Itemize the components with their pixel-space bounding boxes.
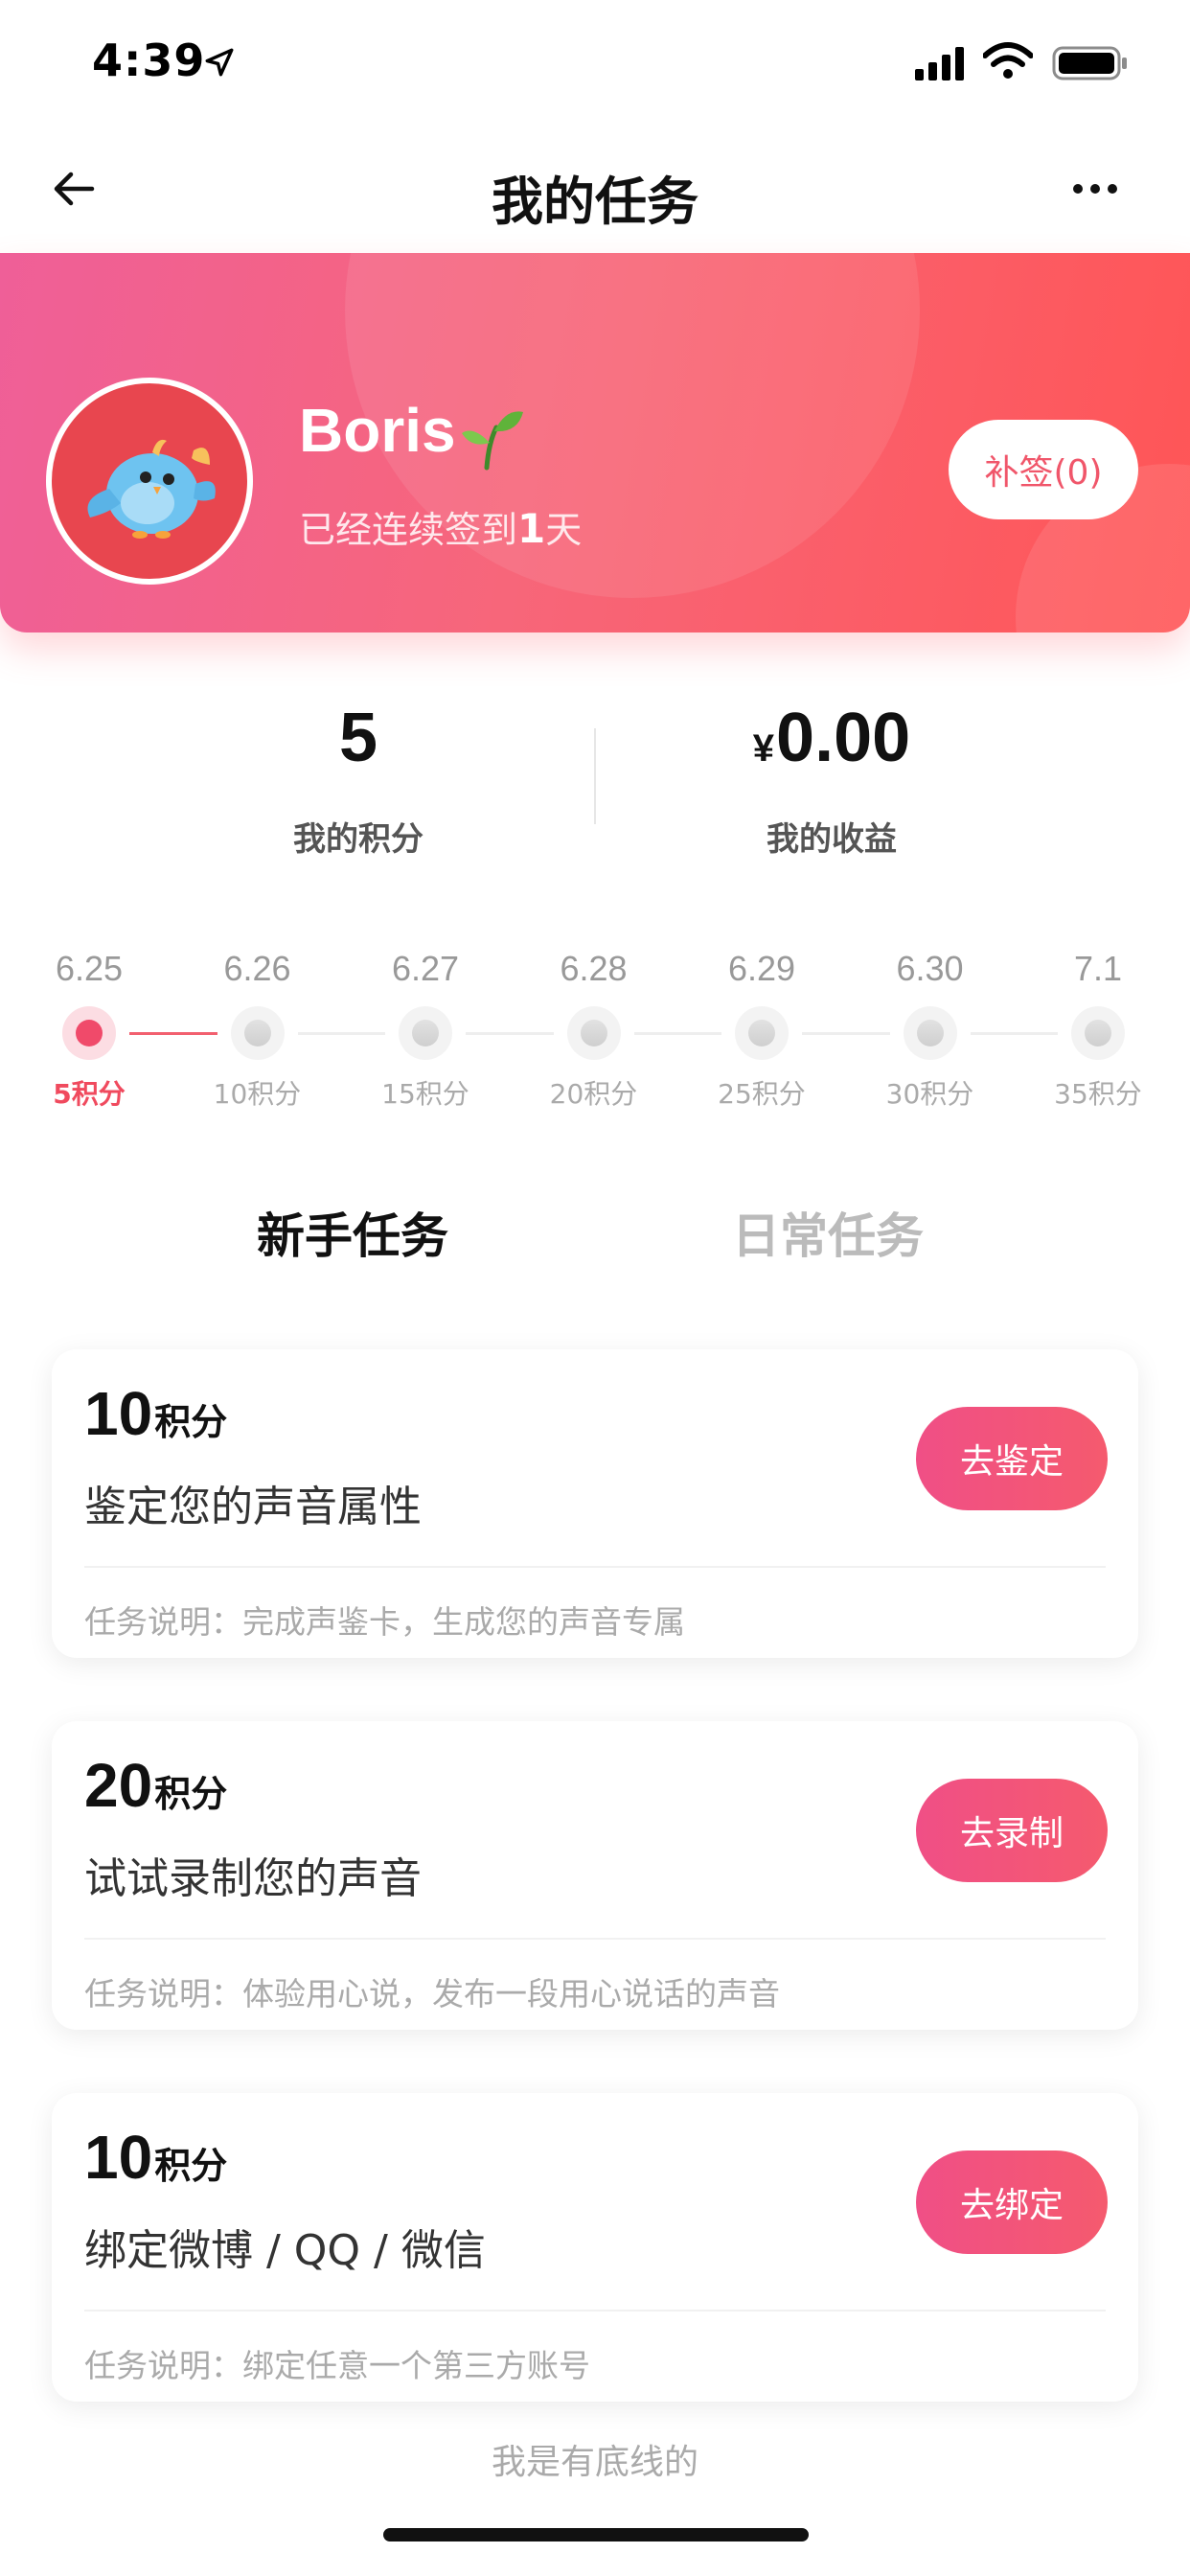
timeline-date: 6.25 <box>55 949 124 988</box>
timeline-dot <box>230 1006 285 1060</box>
task-title: 绑定微博 / QQ / 微信 <box>84 2226 486 2275</box>
timeline-connector <box>802 1032 890 1035</box>
status-time: 4:39 <box>92 34 206 86</box>
timeline-points: 30积分 <box>885 1078 974 1110</box>
task-divider <box>84 2310 1106 2312</box>
timeline-points: 25积分 <box>718 1078 806 1110</box>
earnings-value-wrapper: ¥0.00 <box>592 690 1071 786</box>
task-points: 10积分 <box>84 1378 227 1449</box>
task-points-value: 10 <box>84 1379 153 1448</box>
timeline-date: 6.28 <box>560 949 628 988</box>
timeline-date: 7.1 <box>1073 949 1123 988</box>
timeline-date: 6.26 <box>223 949 291 988</box>
timeline-points: 20积分 <box>549 1078 638 1110</box>
checkin-days: 1 <box>517 505 546 552</box>
timeline-connector <box>466 1032 554 1035</box>
earnings-value: 0.00 <box>776 700 911 776</box>
task-description: 任务说明：绑定任意一个第三方账号 <box>84 2347 590 2384</box>
task-points-unit: 积分 <box>154 2147 228 2187</box>
more-options-icon[interactable] <box>1071 176 1119 201</box>
task-card: 20积分 试试录制您的声音 去录制 任务说明：体验用心说，发布一段用心说话的声音 <box>52 1721 1138 2030</box>
go-bind-button[interactable]: 去绑定 <box>916 2150 1108 2254</box>
timeline-dot <box>735 1006 789 1060</box>
tab-newbie-tasks[interactable]: 新手任务 <box>257 1198 448 1267</box>
timeline-points: 35积分 <box>1054 1078 1142 1110</box>
task-points-value: 10 <box>84 2123 153 2192</box>
timeline-dot <box>566 1006 621 1060</box>
user-name: Boris <box>299 396 456 465</box>
tab-daily-tasks[interactable]: 日常任务 <box>732 1198 924 1267</box>
checkin-suffix: 天 <box>545 509 583 551</box>
location-arrow-icon <box>205 48 234 77</box>
task-divider <box>84 1938 1106 1940</box>
timeline-dot <box>1071 1006 1125 1060</box>
task-card: 10积分 绑定微博 / QQ / 微信 去绑定 任务说明：绑定任意一个第三方账号 <box>52 2093 1138 2402</box>
wifi-icon <box>983 42 1033 79</box>
task-card: 10积分 鉴定您的声音属性 去鉴定 任务说明：完成声鉴卡，生成您的声音专属 <box>52 1349 1138 1658</box>
page-title: 我的任务 <box>492 172 698 232</box>
timeline-points: 15积分 <box>381 1078 469 1110</box>
timeline-connector <box>129 1032 217 1035</box>
points-label: 我的积分 <box>293 820 423 859</box>
makeup-checkin-button[interactable]: 补签(0) <box>949 420 1138 519</box>
task-points-unit: 积分 <box>154 1403 228 1443</box>
timeline-dot <box>903 1006 957 1060</box>
stats-section: 5 我的积分 ¥0.00 我的收益 <box>0 690 1190 882</box>
task-description: 任务说明：完成声鉴卡，生成您的声音专属 <box>84 1603 685 1641</box>
sprout-icon <box>462 411 523 471</box>
task-points: 10积分 <box>84 2122 227 2193</box>
task-title: 试试录制您的声音 <box>84 1854 422 1903</box>
task-description: 任务说明：体验用心说，发布一段用心说话的声音 <box>84 1975 780 2012</box>
task-tabs: 新手任务 日常任务 <box>0 1198 1190 1284</box>
avatar[interactable] <box>46 378 253 585</box>
points-value: 5 <box>338 700 378 776</box>
timeline-dot <box>399 1006 452 1060</box>
currency-symbol: ¥ <box>752 727 775 770</box>
task-points-value: 20 <box>84 1751 153 1820</box>
earnings-stat[interactable]: ¥0.00 我的收益 <box>592 690 1071 860</box>
checkin-streak: 已经连续签到1天 <box>299 500 582 553</box>
battery-icon <box>1052 46 1127 80</box>
nav-bar: 我的任务 <box>0 126 1190 253</box>
go-record-button[interactable]: 去录制 <box>916 1779 1108 1882</box>
task-points: 20积分 <box>84 1750 227 1821</box>
list-end-text: 我是有底线的 <box>491 2443 698 2482</box>
checkin-timeline: 6.25 5积分 6.26 10积分 6.27 15积分 6.28 20积分 6.29 25积分 6… <box>0 949 1190 1121</box>
bird-avatar-icon <box>87 439 216 539</box>
task-divider <box>84 1566 1106 1568</box>
timeline-date: 6.29 <box>727 949 796 988</box>
checkin-prefix: 已经连续签到 <box>299 509 518 551</box>
timeline-connector <box>633 1032 721 1035</box>
timeline-points: 5积分 <box>53 1078 126 1110</box>
timeline-date: 6.30 <box>896 949 964 988</box>
timeline-connector <box>297 1032 385 1035</box>
timeline-dot <box>62 1006 116 1060</box>
points-stat[interactable]: 5 我的积分 <box>119 690 598 860</box>
timeline-date: 6.27 <box>391 949 460 988</box>
timeline-connector <box>970 1032 1058 1035</box>
home-indicator[interactable] <box>383 2528 809 2542</box>
cellular-signal-icon <box>915 47 964 80</box>
profile-banner: Boris 已经连续签到1天 补签(0) <box>0 253 1190 632</box>
status-bar: 4:39 <box>0 0 1190 126</box>
earnings-label: 我的收益 <box>767 820 897 859</box>
timeline-points: 10积分 <box>213 1078 302 1110</box>
task-points-unit: 积分 <box>154 1775 228 1815</box>
go-identify-button[interactable]: 去鉴定 <box>916 1407 1108 1510</box>
task-title: 鉴定您的声音属性 <box>84 1483 422 1531</box>
